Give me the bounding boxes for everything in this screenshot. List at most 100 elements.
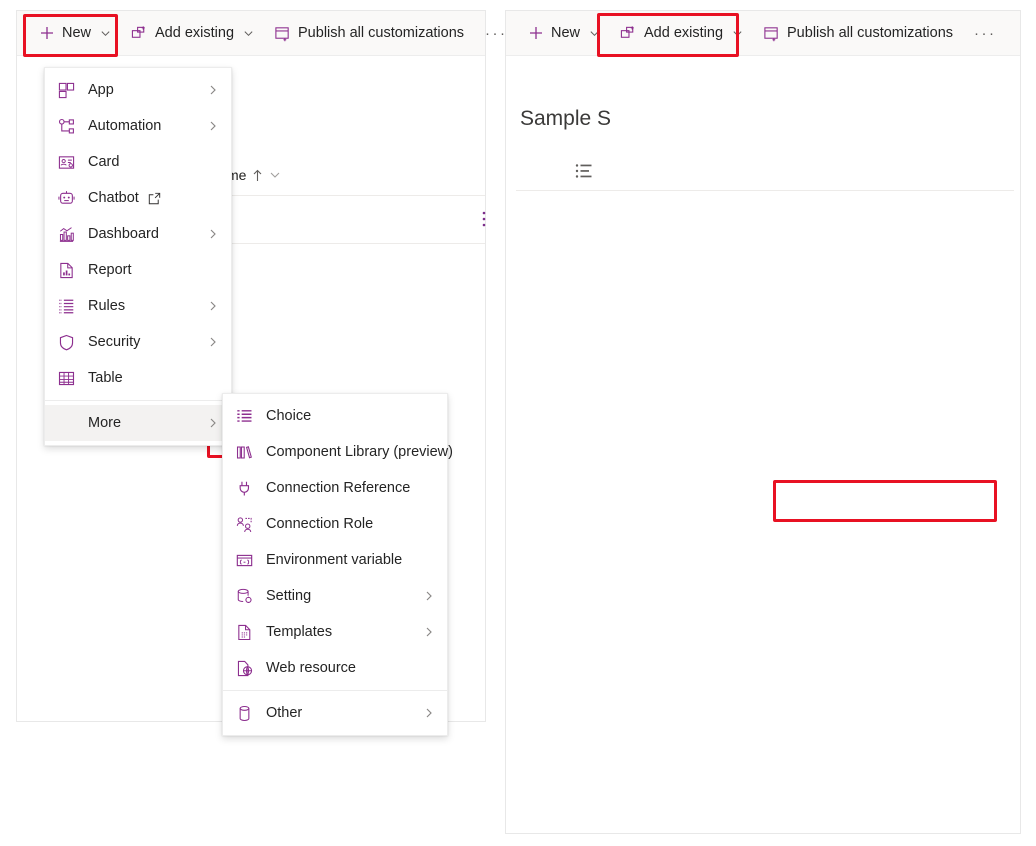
plus-icon xyxy=(38,25,55,42)
menu-item-label: Dashboard xyxy=(88,226,159,242)
publish-all-customizations-button[interactable]: Publish all customizations xyxy=(754,16,962,50)
new-button-label: New xyxy=(62,25,91,41)
chevron-right-icon xyxy=(423,707,435,719)
chatbot-icon xyxy=(58,189,80,207)
chevron-right-icon xyxy=(207,228,219,240)
menu-item-new-dashboard[interactable]: Dashboard xyxy=(45,216,231,252)
chevron-right-icon xyxy=(207,336,219,348)
chevron-right-icon xyxy=(423,626,435,638)
overflow-menu-button[interactable]: ··· xyxy=(964,25,1007,42)
menu-item-more-templates[interactable]: Templates xyxy=(223,614,447,650)
menu-item-label: Choice xyxy=(266,408,311,424)
screenshot-root: New Add existing xyxy=(0,0,1036,846)
add-existing-label: Add existing xyxy=(155,25,234,41)
plus-icon xyxy=(527,25,544,42)
list-divider xyxy=(217,243,485,244)
menu-item-label: More xyxy=(88,415,121,431)
menu-item-label: Component Library (preview) xyxy=(266,444,453,460)
menu-item-label: App xyxy=(88,82,114,98)
chevron-right-icon xyxy=(207,417,219,429)
automation-icon xyxy=(58,117,80,135)
table-icon xyxy=(58,369,80,387)
add-existing-button[interactable]: Add existing xyxy=(122,16,263,50)
sort-ascending-icon xyxy=(252,169,263,182)
connrole-icon xyxy=(236,515,258,533)
new-more-submenu[interactable]: Choice Component Library (preview) Connect… xyxy=(222,393,448,736)
chevron-down-icon xyxy=(269,169,281,181)
chevron-down-icon xyxy=(589,28,600,39)
menu-item-label: Connection Role xyxy=(266,516,373,532)
menu-item-more-connection-reference[interactable]: Connection Reference xyxy=(223,470,447,506)
webresource-icon xyxy=(236,659,258,677)
menu-item-more-component-library-preview[interactable]: Component Library (preview) xyxy=(223,434,447,470)
other-icon xyxy=(236,704,258,722)
sort-column-header[interactable]: me xyxy=(227,167,281,183)
chevron-down-icon xyxy=(100,28,111,39)
menu-item-label: Environment variable xyxy=(266,552,402,568)
right-command-bar: New Add existing xyxy=(506,11,1020,56)
content-divider xyxy=(516,190,1014,191)
menu-item-new-card[interactable]: Card xyxy=(45,144,231,180)
menu-separator xyxy=(223,690,447,691)
choice-icon xyxy=(236,407,258,425)
menu-item-new-table[interactable]: Table xyxy=(45,360,231,396)
publish-icon xyxy=(274,25,291,42)
menu-item-label: Card xyxy=(88,154,119,170)
external-link-icon xyxy=(148,192,161,205)
menu-item-more-other[interactable]: Other xyxy=(223,695,447,731)
add-existing-label: Add existing xyxy=(644,25,723,41)
setting-icon xyxy=(236,587,258,605)
menu-item-more-setting[interactable]: Setting xyxy=(223,578,447,614)
publish-label: Publish all customizations xyxy=(298,25,464,41)
menu-item-label: Report xyxy=(88,262,132,278)
card-icon xyxy=(58,153,80,171)
new-dropdown-menu[interactable]: App Automation Card Chatbot Dashboard Report R… xyxy=(44,67,232,446)
menu-item-more-connection-role[interactable]: Connection Role xyxy=(223,506,447,542)
left-screenshot-panel: New Add existing xyxy=(16,10,486,722)
menu-item-label: Templates xyxy=(266,624,332,640)
new-button-label: New xyxy=(551,25,580,41)
add-existing-icon xyxy=(131,25,148,42)
left-command-bar: New Add existing xyxy=(17,11,485,56)
menu-item-new-more[interactable]: More xyxy=(45,405,231,441)
chevron-down-icon xyxy=(243,28,254,39)
menu-item-new-report[interactable]: Report xyxy=(45,252,231,288)
menu-item-label: Table xyxy=(88,370,123,386)
add-existing-icon xyxy=(620,25,637,42)
menu-item-new-rules[interactable]: Rules xyxy=(45,288,231,324)
security-icon xyxy=(58,333,80,351)
menu-item-label: Security xyxy=(88,334,140,350)
right-screenshot-panel: New Add existing xyxy=(505,10,1021,834)
menu-item-more-environment-variable[interactable]: Environment variable xyxy=(223,542,447,578)
connref-icon xyxy=(236,479,258,497)
menu-item-label: Connection Reference xyxy=(266,480,410,496)
menu-item-new-security[interactable]: Security xyxy=(45,324,231,360)
menu-item-new-app[interactable]: App xyxy=(45,72,231,108)
menu-item-label: Chatbot xyxy=(88,190,139,206)
new-button[interactable]: New xyxy=(29,16,120,50)
row-more-actions-icon[interactable] xyxy=(482,211,494,227)
chevron-right-icon xyxy=(207,84,219,96)
list-divider xyxy=(217,195,485,196)
menu-item-label: Rules xyxy=(88,298,125,314)
chevron-right-icon xyxy=(207,120,219,132)
menu-item-new-automation[interactable]: Automation xyxy=(45,108,231,144)
publish-icon xyxy=(763,25,780,42)
menu-item-more-choice[interactable]: Choice xyxy=(223,398,447,434)
publish-all-customizations-button[interactable]: Publish all customizations xyxy=(265,16,473,50)
chevron-right-icon xyxy=(423,590,435,602)
list-view-icon[interactable] xyxy=(575,163,593,179)
menu-item-new-chatbot[interactable]: Chatbot xyxy=(45,180,231,216)
menu-item-more-web-resource[interactable]: Web resource xyxy=(223,650,447,686)
new-button[interactable]: New xyxy=(518,16,609,50)
dashboard-icon xyxy=(58,225,80,243)
report-icon xyxy=(58,261,80,279)
menu-item-label: Other xyxy=(266,705,302,721)
menu-item-label: Web resource xyxy=(266,660,356,676)
page-title: Sample S xyxy=(520,107,611,131)
add-existing-button[interactable]: Add existing xyxy=(611,16,752,50)
none xyxy=(58,414,80,432)
app-icon xyxy=(58,81,80,99)
rules-icon xyxy=(58,297,80,315)
templates-icon xyxy=(236,623,258,641)
